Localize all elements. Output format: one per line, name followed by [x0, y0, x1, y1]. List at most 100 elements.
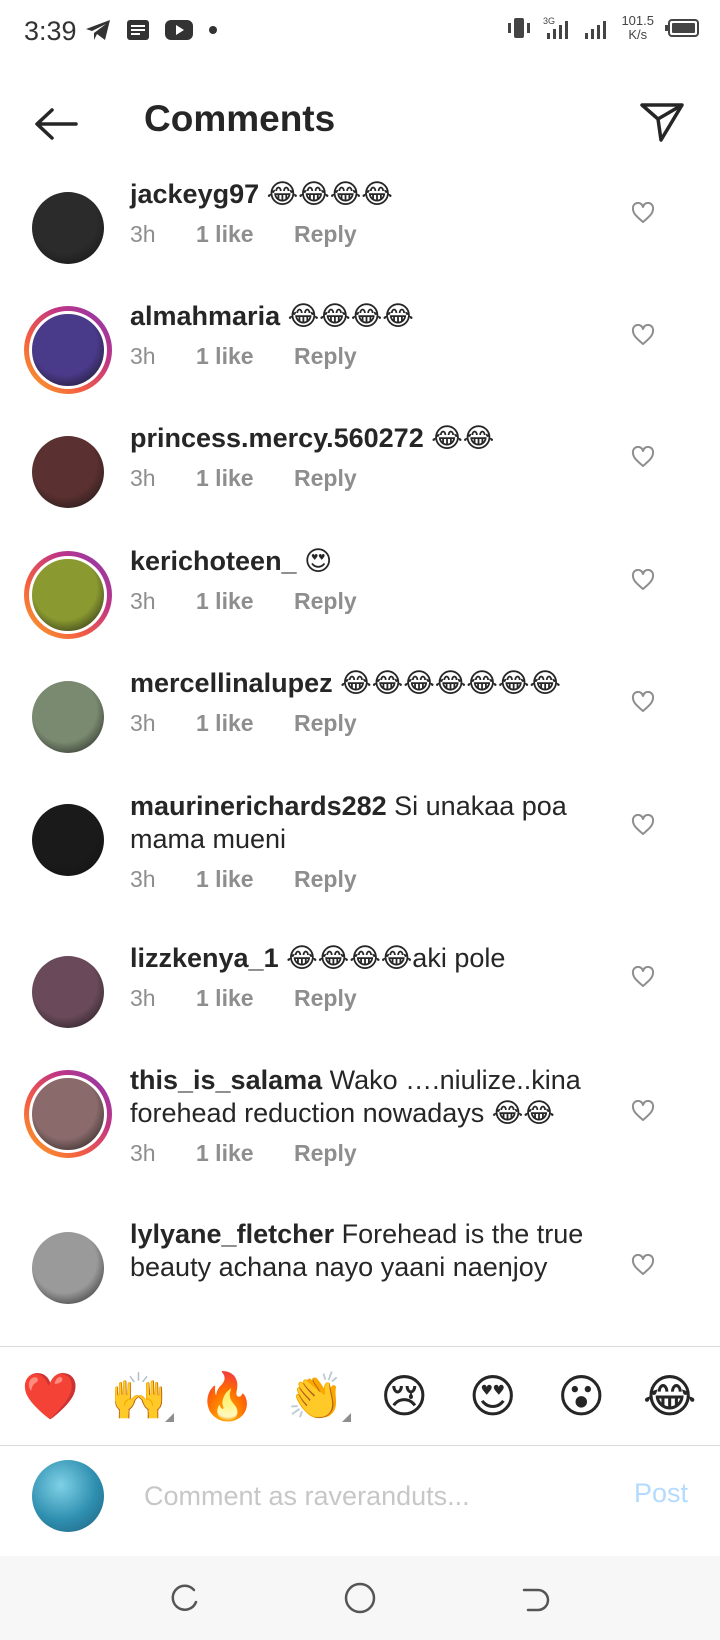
emoji-glyph: 😍 — [468, 1370, 517, 1422]
heart-outline-icon — [631, 1100, 655, 1121]
comment-username[interactable]: princess.mercy.560272 — [130, 423, 424, 453]
comment-likes[interactable]: 1 like — [196, 710, 294, 737]
comment-avatar[interactable] — [24, 184, 112, 272]
comment-avatar[interactable] — [24, 796, 112, 884]
reply-button[interactable]: Reply — [294, 465, 357, 492]
comment-likes[interactable]: 1 like — [196, 588, 294, 615]
comment-likes[interactable]: 1 like — [196, 1140, 294, 1167]
comment-meta: 3h 1 like Reply — [130, 588, 610, 615]
net-speed-unit: K/s — [628, 27, 648, 42]
comment-username[interactable]: lizzkenya_1 — [130, 943, 279, 973]
surprised-emoji[interactable]: 😮 — [546, 1368, 616, 1424]
reply-button[interactable]: Reply — [294, 985, 357, 1012]
comment-username[interactable]: mercellinalupez — [130, 668, 333, 698]
comment-username[interactable]: this_is_salama — [130, 1065, 322, 1095]
comment-likes[interactable]: 1 like — [196, 465, 294, 492]
comment-avatar[interactable] — [24, 306, 112, 394]
heart-emoji[interactable]: ❤️ — [15, 1368, 85, 1424]
skin-tone-indicator-icon — [341, 1413, 351, 1422]
comment-item[interactable]: lylyane_fletcher Forehead is the true be… — [0, 1216, 720, 1346]
comment-likes[interactable]: 1 like — [196, 866, 294, 893]
like-comment-button[interactable] — [628, 810, 658, 840]
like-comment-button[interactable] — [628, 687, 658, 717]
post-button[interactable]: Post — [634, 1478, 688, 1509]
comment-item[interactable]: maurinerichards282 Si unakaa poa mama mu… — [0, 788, 720, 938]
comment-meta: 3h 1 like Reply — [130, 465, 610, 492]
back-button[interactable] — [28, 96, 84, 152]
heart-outline-icon — [631, 569, 655, 590]
comment-avatar[interactable] — [24, 1070, 112, 1158]
avatar-image — [32, 804, 104, 876]
vibrate-icon — [508, 18, 531, 38]
heart-eyes-emoji[interactable]: 😍 — [458, 1368, 528, 1424]
like-comment-button[interactable] — [628, 565, 658, 595]
comment-avatar[interactable] — [24, 673, 112, 761]
telegram-icon — [86, 20, 110, 40]
compose-bar: Post — [0, 1446, 720, 1556]
like-comment-button[interactable] — [628, 320, 658, 350]
reply-button[interactable]: Reply — [294, 1140, 357, 1167]
heart-outline-icon — [631, 966, 655, 987]
avatar-image — [32, 956, 104, 1028]
back-nav-icon — [522, 1588, 550, 1612]
emoji-glyph: 👏 — [287, 1370, 345, 1422]
back-nav-button[interactable] — [514, 1578, 554, 1618]
comment-content: 😂😂😂😂😂😂😂 — [340, 668, 561, 698]
comment-avatar[interactable] — [24, 1224, 112, 1312]
comment-text: maurinerichards282 Si unakaa poa mama mu… — [130, 790, 610, 856]
like-comment-button[interactable] — [628, 962, 658, 992]
comment-text: kerichoteen_ 😍 — [130, 545, 610, 578]
reply-button[interactable]: Reply — [294, 710, 357, 737]
clapping-emoji[interactable]: 👏 — [281, 1368, 351, 1424]
reply-button[interactable]: Reply — [294, 588, 357, 615]
reply-button[interactable]: Reply — [294, 866, 357, 893]
dot-icon — [209, 26, 217, 34]
avatar-image — [29, 556, 107, 634]
comment-time: 3h — [130, 221, 156, 247]
like-comment-button[interactable] — [628, 198, 658, 228]
heart-outline-icon — [631, 691, 655, 712]
comment-body: almahmaria 😂😂😂😂 3h 1 like Reply — [130, 300, 610, 370]
comment-list[interactable]: jackeyg97 😂😂😂😂 3h 1 like Reply almahmaria 😂😂… — [0, 176, 720, 1346]
comment-body: kerichoteen_ 😍 3h 1 like Reply — [130, 545, 610, 615]
comment-body: this_is_salama Wako ….niulize..kina fore… — [130, 1064, 610, 1167]
avatar-image — [32, 681, 104, 753]
comment-username[interactable]: lylyane_fletcher — [130, 1219, 334, 1249]
signal-icon — [585, 21, 607, 39]
comment-username[interactable]: kerichoteen_ — [130, 546, 297, 576]
skin-tone-indicator-icon — [164, 1413, 174, 1422]
comment-avatar[interactable] — [24, 551, 112, 639]
like-comment-button[interactable] — [628, 1096, 658, 1126]
reply-button[interactable]: Reply — [294, 343, 357, 370]
raising-hands-emoji[interactable]: 🙌 — [104, 1368, 174, 1424]
comment-time: 3h — [130, 465, 156, 491]
comment-likes[interactable]: 1 like — [196, 985, 294, 1012]
crying-emoji[interactable]: 😢 — [369, 1368, 439, 1424]
comment-avatar[interactable] — [24, 428, 112, 516]
comment-likes[interactable]: 1 like — [196, 221, 294, 248]
comment-item[interactable]: this_is_salama Wako ….niulize..kina fore… — [0, 1062, 720, 1212]
comment-likes[interactable]: 1 like — [196, 343, 294, 370]
comment-username[interactable]: jackeyg97 — [130, 179, 259, 209]
comment-username[interactable]: almahmaria — [130, 301, 280, 331]
net-speed-value: 101.5 — [621, 13, 654, 28]
emoji-glyph: 🔥 — [198, 1370, 256, 1422]
comment-content: 😂😂😂😂 — [266, 179, 393, 209]
laughing-emoji[interactable]: 😂 — [635, 1368, 705, 1424]
heart-outline-icon — [631, 446, 655, 467]
like-comment-button[interactable] — [628, 1250, 658, 1280]
recent-apps-button[interactable] — [164, 1578, 204, 1618]
share-button[interactable] — [634, 94, 690, 150]
comment-input[interactable] — [144, 1468, 584, 1524]
comment-avatar[interactable] — [24, 948, 112, 1036]
fire-emoji[interactable]: 🔥 — [192, 1368, 262, 1424]
reply-button[interactable]: Reply — [294, 221, 357, 248]
comment-text: lylyane_fletcher Forehead is the true be… — [130, 1218, 610, 1284]
comment-text: lizzkenya_1 😂😂😂😂aki pole — [130, 942, 610, 975]
current-user-avatar — [32, 1460, 104, 1532]
heart-outline-icon — [631, 324, 655, 345]
like-comment-button[interactable] — [628, 442, 658, 472]
comment-username[interactable]: maurinerichards282 — [130, 791, 387, 821]
heart-outline-icon — [631, 814, 655, 835]
home-button[interactable] — [340, 1578, 380, 1618]
